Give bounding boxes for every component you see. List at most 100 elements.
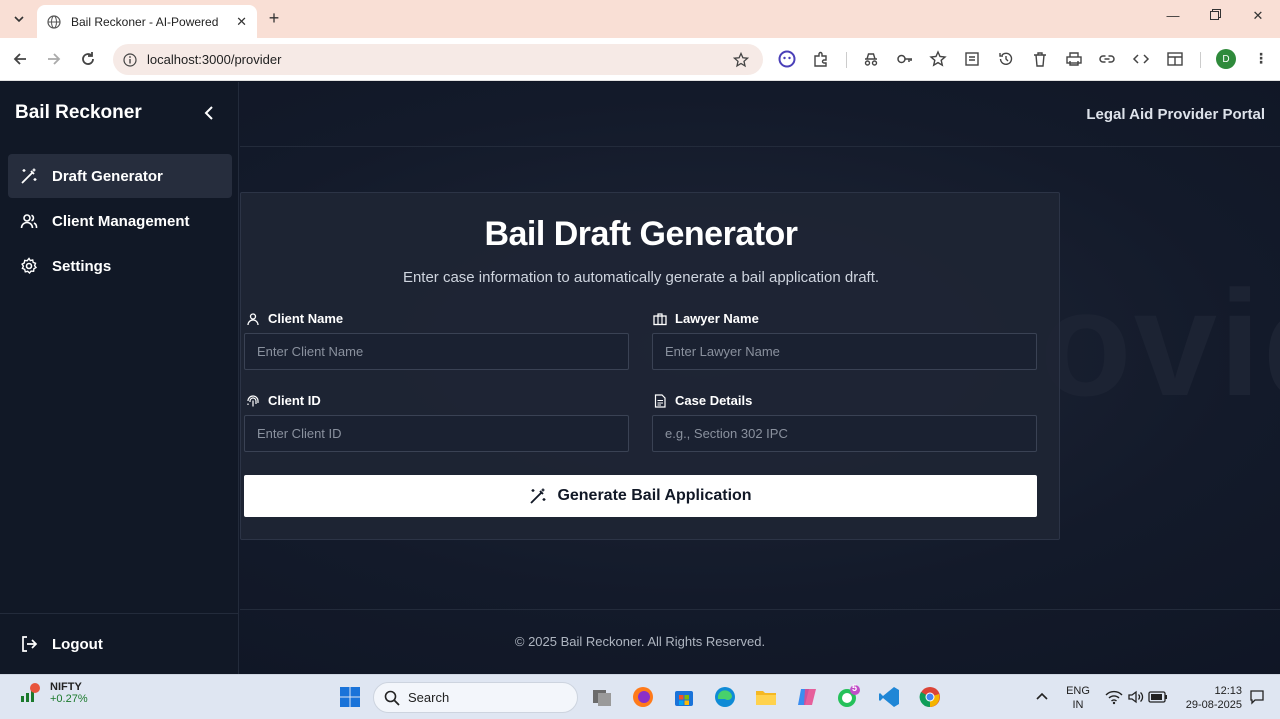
case-details-input[interactable] [652,415,1037,452]
restore-icon [1209,9,1221,20]
extension-face-icon[interactable] [778,50,796,68]
users-icon [20,212,38,230]
whatsapp-badge: 5 [852,683,858,693]
case-details-label: Case Details [653,393,752,408]
fingerprint-icon [246,394,260,408]
copilot-icon[interactable] [795,685,819,709]
stock-chart-icon [20,682,42,704]
sidebar-item-label: Client Management [52,212,190,230]
tab-search-button[interactable] [8,8,30,30]
client-name-input[interactable] [244,333,629,370]
volume-icon[interactable] [1124,685,1148,709]
language-indicator[interactable]: ENG IN [1064,684,1092,712]
whatsapp-icon[interactable]: 5 [836,683,860,709]
chevron-left-icon [204,106,213,120]
url-text[interactable]: localhost:3000/provider [147,52,281,67]
sidebar-divider [0,613,239,614]
chrome-icon[interactable] [918,685,942,709]
file-explorer-icon[interactable] [754,685,778,709]
arrow-left-icon [13,53,26,65]
lawyer-name-label: Lawyer Name [653,311,759,326]
notification-icon[interactable] [1245,685,1269,709]
profile-avatar[interactable]: D [1216,49,1236,69]
reading-list-icon[interactable] [963,50,981,68]
link-icon[interactable] [1098,50,1116,68]
gear-icon [20,257,38,275]
side-panel-icon[interactable] [1166,50,1184,68]
stock-name: NIFTY [50,681,82,693]
key-icon[interactable] [896,50,914,68]
case-details-label-text: Case Details [675,393,753,408]
wifi-icon[interactable] [1102,685,1126,709]
logout-label: Logout [52,635,103,653]
restore-button[interactable] [1205,8,1225,23]
forward-button[interactable] [43,48,65,70]
browser-tab[interactable]: Bail Reckoner - AI-Powered Bail ✕ [37,5,257,38]
lawyer-name-input[interactable] [652,333,1037,370]
bail-draft-form-card: Bail Draft Generator Enter case informat… [240,192,1060,540]
clock[interactable]: 12:13 29-08-2025 [1176,684,1242,712]
chevron-up-icon[interactable] [1030,685,1054,709]
reload-icon [82,52,94,65]
tab-title: Bail Reckoner - AI-Powered Bail [71,14,221,29]
brand-title: Bail Reckoner [15,102,142,123]
favorites-star-icon[interactable] [929,50,947,68]
edge-icon[interactable] [713,685,737,709]
collapse-sidebar-button[interactable] [201,104,217,122]
client-id-input[interactable] [244,415,629,452]
user-icon [246,312,260,326]
print-icon[interactable] [1065,50,1083,68]
close-window-button[interactable]: ✕ [1248,8,1268,24]
site-info-icon[interactable] [123,52,137,67]
tab-close-icon[interactable]: ✕ [236,14,247,30]
firefox-icon[interactable] [631,685,655,709]
windows-start-icon[interactable] [338,685,362,709]
minimize-button[interactable]: — [1163,8,1183,23]
toolbar-divider [1200,52,1201,68]
logout-icon [20,635,38,653]
microsoft-store-icon[interactable] [672,685,696,709]
toolbar-divider [846,52,847,68]
battery-icon[interactable] [1146,685,1170,709]
taskbar-search[interactable]: Search [373,682,578,713]
sidebar-item-draft-generator[interactable]: Draft Generator [8,154,232,198]
taskbar-search-label: Search [408,690,450,705]
sidebar-item-client-management[interactable]: Client Management [8,199,232,243]
code-icon[interactable] [1132,50,1150,68]
background-watermark: ovid [1040,259,1280,427]
vscode-icon[interactable] [877,685,901,709]
language-line-1: ENG [1066,685,1090,697]
incognito-icon[interactable] [862,50,880,68]
client-name-label: Client Name [246,311,343,326]
new-tab-button[interactable]: + [264,8,284,29]
task-view-icon[interactable] [590,685,614,709]
sidebar-item-settings[interactable]: Settings [8,244,232,288]
bookmark-star-icon[interactable] [733,52,749,68]
stock-widget[interactable]: NIFTY +0.27% [20,681,88,705]
sidebar-item-label: Draft Generator [52,167,163,185]
portal-title: Legal Aid Provider Portal [1086,106,1265,123]
reload-button[interactable] [77,48,99,70]
language-line-2: IN [1072,699,1084,711]
sidebar: Bail Reckoner Draft Generator Client Man… [0,82,239,674]
history-icon[interactable] [997,50,1015,68]
extensions-puzzle-icon[interactable] [812,50,830,68]
briefcase-icon [653,312,667,326]
app-root: ovid Bail Reckoner Draft Generator Clien… [0,82,1280,674]
browser-menu-icon[interactable]: ⋮ [1254,50,1268,67]
clock-date: 29-08-2025 [1185,699,1242,711]
magic-wand-icon [20,167,38,185]
back-button[interactable] [9,48,31,70]
logout-button[interactable]: Logout [8,622,232,666]
client-name-label-text: Client Name [268,311,344,326]
generate-bail-application-button[interactable]: Generate Bail Application [244,475,1037,517]
generate-button-label: Generate Bail Application [557,487,752,504]
client-id-label-text: Client ID [268,393,321,408]
footer-copyright: © 2025 Bail Reckoner. All Rights Reserve… [514,634,766,649]
document-icon [653,393,667,408]
form-title: Bail Draft Generator [484,215,798,253]
magic-wand-icon [529,487,547,505]
lawyer-name-label-text: Lawyer Name [675,311,759,326]
address-bar[interactable]: localhost:3000/provider [113,44,763,75]
trash-icon[interactable] [1031,50,1049,68]
